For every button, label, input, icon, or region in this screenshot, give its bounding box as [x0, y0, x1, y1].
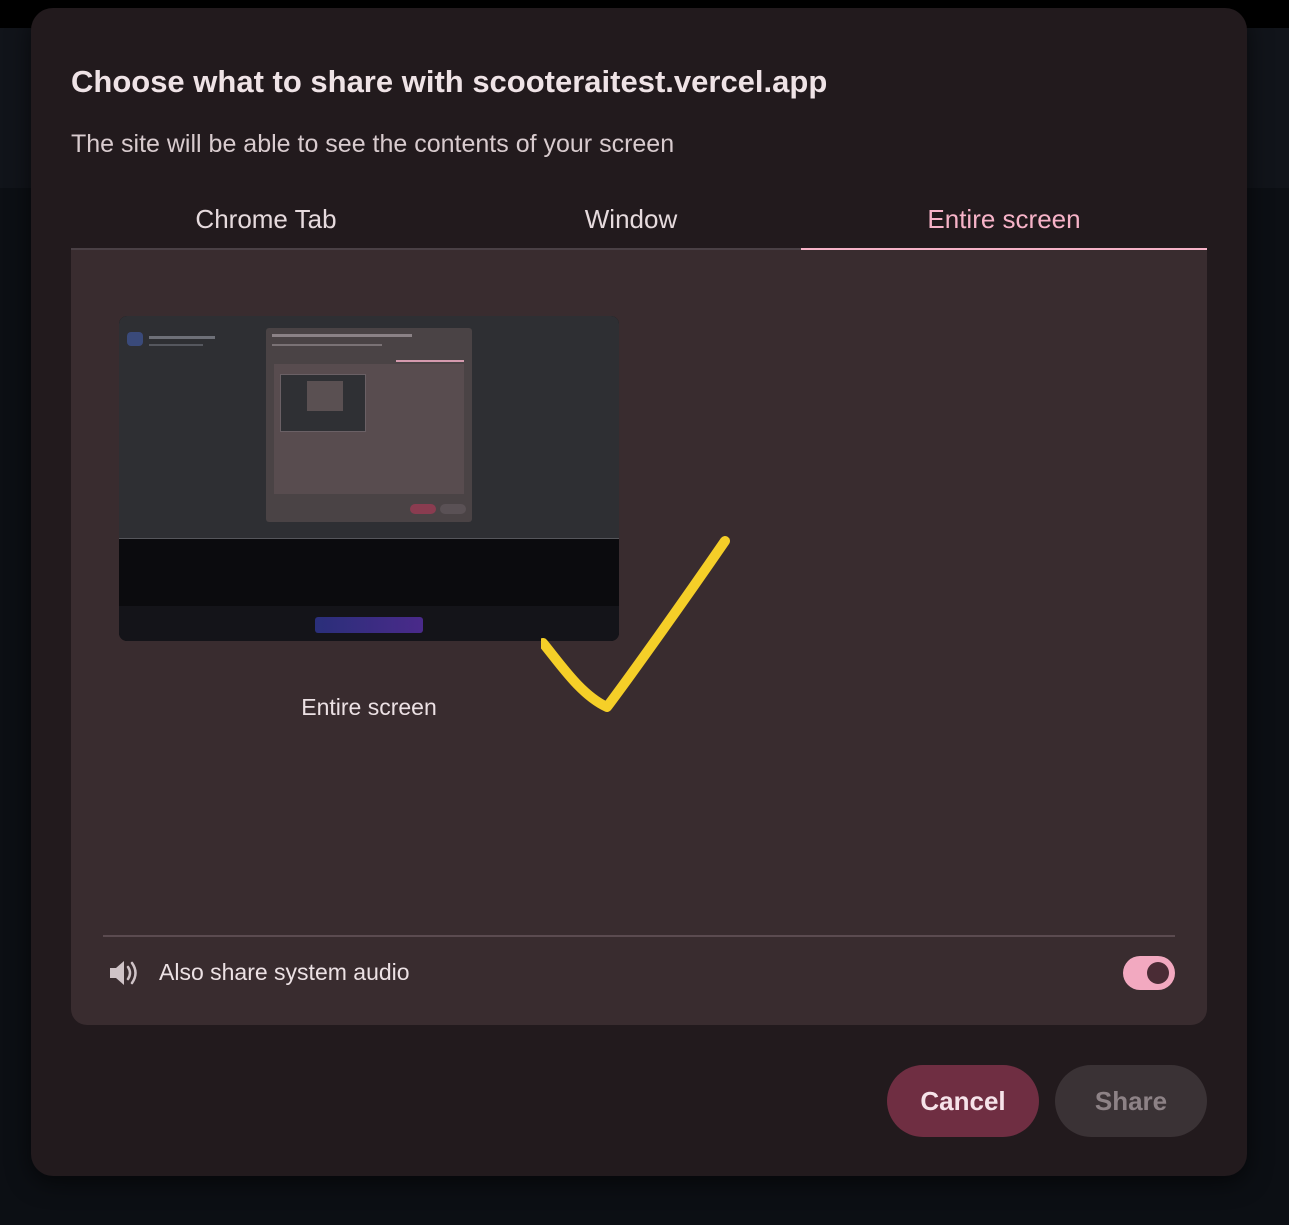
- system-audio-label: Also share system audio: [159, 959, 410, 985]
- thumbnail-screen-area: [119, 316, 619, 539]
- thumbnail-mini-panel: [274, 364, 464, 494]
- thumbnail-text-line: [272, 334, 412, 337]
- cancel-button[interactable]: Cancel: [887, 1065, 1039, 1137]
- tab-entire-screen[interactable]: Entire screen: [801, 188, 1207, 252]
- tab-window[interactable]: Window: [461, 188, 801, 250]
- thumbnail-mini-button: [315, 617, 423, 633]
- thumbnail-tab-underline: [396, 360, 464, 362]
- thumbnail-mini-button: [440, 504, 466, 514]
- thumbnail-text-line: [149, 344, 203, 346]
- share-button[interactable]: Share: [1055, 1065, 1207, 1137]
- thumbnail-text-line: [149, 336, 215, 339]
- thumbnail-mini-dialog: [266, 328, 472, 522]
- share-screen-dialog: Choose what to share with scooteraitest.…: [31, 8, 1247, 1176]
- thumbnail-logo-icon: [127, 332, 143, 346]
- dialog-subtitle: The site will be able to see the content…: [71, 130, 675, 158]
- thumbnail-text-line: [272, 344, 382, 346]
- share-source-tabs: Chrome Tab Window Entire screen: [71, 188, 1207, 252]
- tab-chrome-tab[interactable]: Chrome Tab: [71, 188, 461, 250]
- system-audio-row: Also share system audio: [103, 950, 1175, 996]
- thumbnail-mini-inner: [307, 381, 343, 411]
- system-audio-toggle[interactable]: [1123, 956, 1175, 990]
- thumbnail-mini-button: [410, 504, 436, 514]
- audio-divider: [103, 935, 1175, 937]
- dialog-title: Choose what to share with scooteraitest.…: [71, 64, 828, 99]
- speaker-icon: [110, 961, 137, 985]
- thumbnail-mini-shot: [280, 374, 366, 432]
- source-panel: Entire screen Also share system audio: [71, 250, 1207, 1025]
- yellow-checkmark-icon: [541, 536, 730, 712]
- toggle-knob: [1147, 962, 1169, 984]
